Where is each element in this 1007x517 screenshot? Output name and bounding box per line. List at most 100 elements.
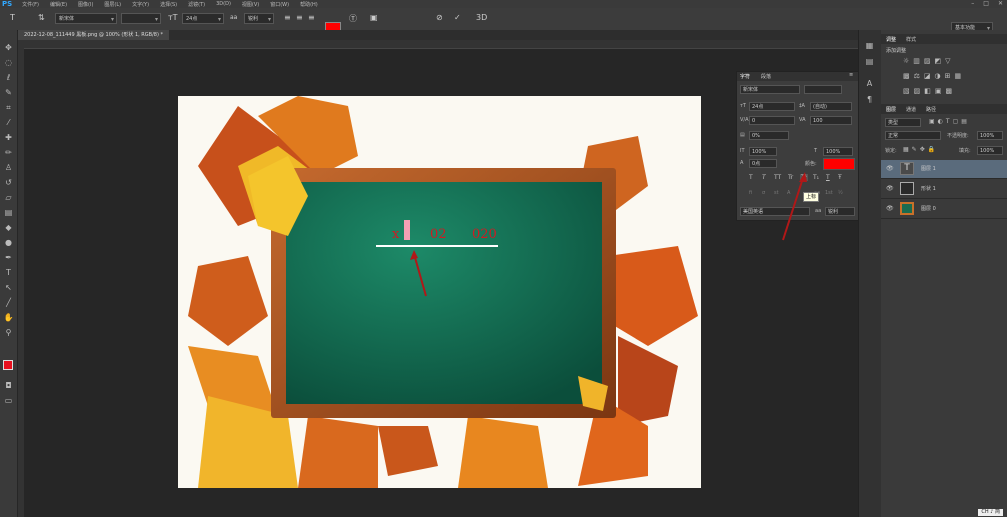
menu-window[interactable]: 窗口(W) (270, 1, 289, 8)
align-right-icon[interactable]: ≡ (308, 13, 315, 22)
opacity-field[interactable]: 100% (977, 131, 1003, 140)
align-left-icon[interactable]: ≡ (284, 13, 291, 22)
blur-tool-icon[interactable]: ◆ (3, 222, 14, 233)
eyedropper-icon[interactable]: ⁄ (3, 117, 14, 128)
warp-text-icon[interactable]: Ⓣ (349, 13, 357, 24)
font-size-select[interactable]: 24点 (182, 13, 224, 25)
panel-menu-icon[interactable]: ≡ (849, 72, 853, 78)
lasso-tool-icon[interactable]: ℓ (3, 72, 14, 83)
history-panel-icon[interactable]: ▦ (864, 40, 875, 51)
foreground-color-swatch[interactable] (3, 360, 13, 370)
char-vertical-scale[interactable]: 100% (749, 147, 777, 156)
tab-styles[interactable]: 样式 (906, 36, 916, 43)
commit-check-icon[interactable]: ✓ (454, 13, 461, 22)
fill-field[interactable]: 100% (977, 146, 1003, 155)
document-canvas[interactable]: x 02 020 (178, 96, 701, 488)
close-button[interactable]: ✕ (998, 0, 1003, 7)
strikethrough-button[interactable]: Ŧ (838, 174, 842, 181)
healing-brush-icon[interactable]: ✚ (3, 132, 14, 143)
char-leading[interactable]: (自动) (810, 102, 852, 111)
underline-button[interactable]: T (826, 174, 830, 181)
3d-icon[interactable]: 3D (476, 13, 487, 22)
tab-channels[interactable]: 通道 (906, 106, 916, 113)
char-color-swatch[interactable] (823, 158, 855, 170)
pen-tool-icon[interactable]: ✒ (3, 252, 14, 263)
paragraph-panel-icon[interactable]: ¶ (864, 94, 875, 105)
visibility-eye-icon[interactable]: 👁 (886, 205, 894, 212)
screen-mode-icon[interactable]: ▭ (3, 395, 14, 406)
faux-bold-button[interactable]: T (749, 174, 753, 181)
gradient-tool-icon[interactable]: ▤ (3, 207, 14, 218)
minimize-button[interactable]: – (971, 0, 974, 7)
panels-toggle-icon[interactable]: ▣ (370, 13, 378, 22)
tab-paragraph[interactable]: 段落 (761, 73, 771, 80)
visibility-eye-icon[interactable]: 👁 (886, 165, 894, 172)
menu-file[interactable]: 文件(F) (22, 1, 39, 8)
ot-fraction-button[interactable]: ½ (838, 190, 843, 196)
layer-filter-icons[interactable]: ▣◐T▢▤ (929, 118, 970, 125)
move-tool-icon[interactable]: ✥ (3, 42, 14, 53)
char-proportional-spacing[interactable]: 0% (749, 131, 789, 140)
char-font-family[interactable]: 新宋体 (740, 85, 800, 94)
antialias-select[interactable]: 锐利 (244, 13, 274, 25)
char-kerning[interactable]: 0 (749, 116, 795, 125)
faux-italic-button[interactable]: T (762, 174, 766, 181)
char-antialias-select[interactable]: 锐利 (825, 207, 855, 216)
history-brush-icon[interactable]: ↺ (3, 177, 14, 188)
menu-layer[interactable]: 图层(L) (104, 1, 121, 8)
menu-type[interactable]: 文字(Y) (132, 1, 149, 8)
ot-ordinal-button[interactable]: 1st (825, 190, 833, 196)
layer-row[interactable]: 👁 T 图层 1 (881, 160, 1007, 179)
char-baseline-shift[interactable]: 0点 (749, 159, 777, 168)
dodge-tool-icon[interactable]: ● (3, 237, 14, 248)
menu-edit[interactable]: 编辑(E) (50, 1, 67, 8)
quick-select-icon[interactable]: ✎ (3, 87, 14, 98)
layer-kind-filter[interactable]: 类型 (885, 118, 921, 127)
adjustment-icons-row2[interactable]: ▩⚖◪◑⊞▦ (903, 72, 965, 80)
type-tool-icon-box[interactable]: T (3, 267, 14, 278)
properties-panel-icon[interactable]: ▤ (864, 56, 875, 67)
type-tool-icon[interactable]: T (10, 13, 15, 22)
marquee-tool-icon[interactable]: ◌ (3, 57, 14, 68)
tab-layers[interactable]: 图层 (886, 106, 896, 113)
maximize-button[interactable]: □ (983, 0, 989, 7)
stamp-tool-icon[interactable]: ♙ (3, 162, 14, 173)
tab-character[interactable]: 字符 (740, 73, 750, 80)
font-style-select[interactable] (121, 13, 161, 25)
char-tracking[interactable]: 100 (810, 116, 852, 125)
menu-select[interactable]: 选择(S) (160, 1, 177, 8)
quick-mask-icon[interactable]: ◘ (3, 380, 14, 391)
visibility-eye-icon[interactable]: 👁 (886, 185, 894, 192)
document-tab[interactable]: 2022-12-08_111449 黑板.png @ 100% (形状 1, R… (18, 30, 169, 40)
crop-tool-icon[interactable]: ⌗ (3, 102, 14, 113)
tab-adjustments[interactable]: 调整 (886, 36, 896, 43)
menu-image[interactable]: 图像(I) (78, 1, 93, 8)
char-font-size[interactable]: 24点 (749, 102, 795, 111)
adjustment-icons-row3[interactable]: ▧▨◧▣▩ (903, 87, 956, 95)
hand-tool-icon[interactable]: ✋ (3, 312, 14, 323)
cancel-icon[interactable]: ⊘ (436, 13, 443, 22)
blend-mode-select[interactable]: 正常 (885, 131, 941, 140)
char-horizontal-scale[interactable]: 100% (823, 147, 853, 156)
eraser-tool-icon[interactable]: ▱ (3, 192, 14, 203)
char-font-style[interactable] (804, 85, 842, 94)
menu-help[interactable]: 帮助(H) (300, 1, 318, 8)
menu-filter[interactable]: 滤镜(T) (188, 1, 205, 8)
path-select-icon[interactable]: ↖ (3, 282, 14, 293)
layer-row[interactable]: 👁 图层 0 (881, 200, 1007, 219)
adjustment-icons-row1[interactable]: ☼▥▨◩▽ (903, 57, 955, 65)
menu-3d[interactable]: 3D(D) (216, 1, 231, 7)
brush-tool-icon[interactable]: ✏ (3, 147, 14, 158)
character-panel-icon[interactable]: A (864, 78, 875, 89)
tab-paths[interactable]: 路径 (926, 106, 936, 113)
line-tool-icon[interactable]: ╱ (3, 297, 14, 308)
zoom-tool-icon[interactable]: ⚲ (3, 327, 14, 338)
menu-view[interactable]: 视图(V) (242, 1, 259, 8)
orientation-toggle-icon[interactable]: ⇅ (38, 13, 45, 22)
layer-row[interactable]: 👁 形状 1 (881, 180, 1007, 199)
ot-swash-button[interactable]: σ (762, 190, 765, 196)
align-center-icon[interactable]: ≡ (296, 13, 303, 22)
lock-icons[interactable]: ▦✎✥🔒 (903, 146, 938, 153)
font-family-select[interactable]: 新宋体 (55, 13, 117, 25)
ot-ligature-button[interactable]: fi (749, 190, 752, 196)
